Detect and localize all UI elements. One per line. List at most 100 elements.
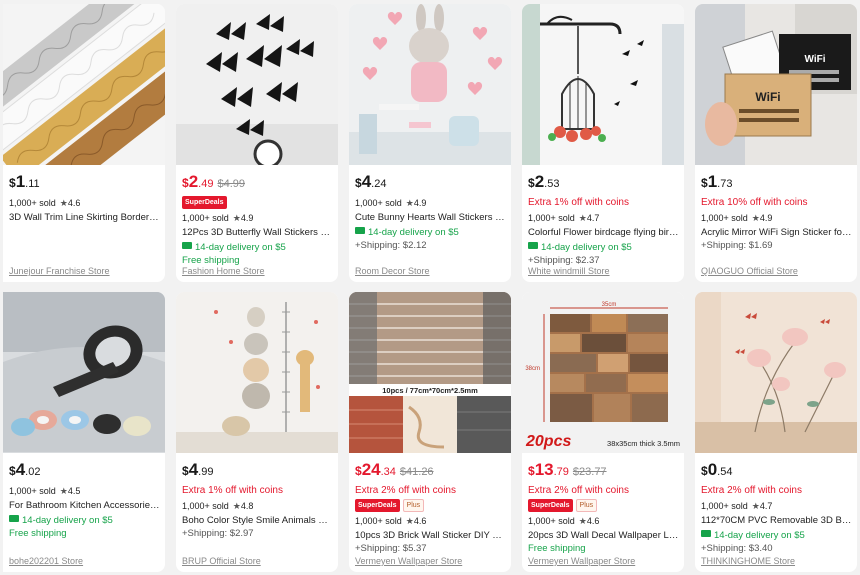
product-title[interactable]: 10pcs 3D Brick Wall Sticker DIY Wal... [355, 529, 507, 542]
price: $4.02 [9, 460, 41, 479]
star-icon: ★ [751, 213, 760, 223]
sold-rating: 1,000+ sold ★4.6 [9, 198, 81, 208]
truck-icon [701, 530, 711, 537]
product-image[interactable]: 35cm 38cm 20pcs 38x35cm thick 3.5mm [522, 292, 684, 453]
shipping-cost: +Shipping: $2.12 [355, 240, 427, 251]
store-link[interactable]: Room Decor Store [355, 266, 430, 276]
product-card[interactable]: $2.53 Extra 1% off with coins 1,000+ sol… [522, 4, 684, 282]
store-link[interactable]: White windmill Store [528, 266, 610, 276]
product-card[interactable]: $2.49 $4.99 SuperDeals 1,000+ sold ★4.9 12… [176, 4, 338, 282]
bunny-stickers-image [349, 4, 511, 165]
store-link[interactable]: Vermeyen Wallpaper Store [528, 556, 635, 566]
delivery-info: 14-day delivery on $5 [182, 241, 334, 254]
price: $1.73 [701, 172, 733, 191]
product-title[interactable]: Cute Bunny Hearts Wall Stickers for... [355, 211, 507, 224]
price: $0.54 [701, 460, 733, 479]
star-icon: ★ [405, 198, 414, 208]
star-icon: ★ [578, 516, 587, 526]
coins-promo: Extra 2% off with coins [355, 485, 456, 496]
product-title[interactable]: 3D Wall Trim Line Skirting Border S... [9, 211, 161, 224]
brick-size-label: 10pcs / 77cm*70cm*2.5mm [382, 386, 478, 395]
coins-promo: Extra 10% off with coins [701, 197, 808, 208]
product-title[interactable]: 112*70CM PVC Removable 3D Butt... [701, 514, 853, 527]
coins-promo: Extra 1% off with coins [528, 197, 629, 208]
sold-rating: 1,000+ sold ★4.7 [701, 501, 773, 511]
product-title[interactable]: Colorful Flower birdcage flying bird... [528, 226, 680, 239]
product-card[interactable]: WiFi WiFi $1.73 Extra 10% off with coins… [695, 4, 857, 282]
wifi-text-right: WiFi [804, 54, 825, 65]
product-card[interactable]: $0.54 Extra 2% off with coins 1,000+ sol… [695, 292, 857, 572]
delivery-info: 14-day delivery on $5 [355, 226, 507, 239]
product-image[interactable] [3, 292, 165, 453]
product-card[interactable]: $4.02 1,000+ sold ★4.5 For Bathroom Kitch… [3, 292, 165, 572]
sealing-tape-image [3, 292, 165, 453]
coins-promo: Extra 2% off with coins [528, 485, 629, 496]
sold-rating: 1,000+ sold ★4.8 [182, 501, 254, 511]
free-shipping: Free shipping [528, 543, 586, 554]
price: $24.34 $41.26 [355, 460, 434, 479]
wifi-text-left: WiFi [755, 90, 780, 104]
store-link[interactable]: THINKINGHOME Store [701, 556, 795, 566]
product-image[interactable] [176, 292, 338, 453]
product-card[interactable]: 10pcs / 77cm*70cm*2.5mm $24.34 $41.26 Ext… [349, 292, 511, 572]
store-link[interactable]: bohe202201 Store [9, 556, 83, 566]
price: $13.79 $23.77 [528, 460, 607, 479]
store-link[interactable]: QIAOGUO Official Store [701, 266, 798, 276]
product-card[interactable]: $4.24 1,000+ sold ★4.9 Cute Bunny Hearts … [349, 4, 511, 282]
free-shipping: Free shipping [9, 528, 67, 539]
product-title[interactable]: 20pcs 3D Wall Decal Wallpaper Livi... [528, 529, 680, 542]
star-icon: ★ [59, 486, 68, 496]
butterfly-stickers-image [176, 4, 338, 165]
flower-sticker-image [695, 292, 857, 453]
shipping-cost: +Shipping: $2.97 [182, 528, 254, 539]
price: $1.11 [9, 172, 40, 191]
product-image[interactable]: 10pcs / 77cm*70cm*2.5mm [349, 292, 511, 453]
original-price: $4.99 [217, 178, 245, 190]
product-image[interactable] [522, 4, 684, 165]
stone-tiles-image: 35cm 38cm 20pcs 38x35cm thick 3.5mm [522, 292, 684, 453]
original-price: $41.26 [399, 466, 434, 478]
product-card[interactable]: $4.99 Extra 1% off with coins 1,000+ sol… [176, 292, 338, 572]
product-card[interactable]: 35cm 38cm 20pcs 38x35cm thick 3.5mm $13.… [522, 292, 684, 572]
tile-height-label: 38cm [525, 366, 540, 372]
sold-rating: 1,000+ sold ★4.6 [355, 516, 427, 526]
wall-trim-image [3, 4, 165, 165]
truck-icon [182, 242, 192, 249]
shipping-cost: +Shipping: $3.40 [701, 543, 773, 554]
sold-rating: 1,000+ sold ★4.6 [528, 516, 600, 526]
product-image[interactable] [349, 4, 511, 165]
product-title[interactable]: For Bathroom Kitchen Accessories ... [9, 499, 161, 512]
sold-rating: 1,000+ sold ★4.5 [9, 486, 81, 496]
star-icon: ★ [232, 501, 241, 511]
plus-badge: Plus [575, 499, 598, 512]
birdcage-sticker-image [522, 4, 684, 165]
product-image[interactable] [176, 4, 338, 165]
animal-height-chart-image [176, 292, 338, 453]
price: $2.53 [528, 172, 560, 191]
tile-width-label: 35cm [602, 302, 617, 308]
shipping-cost: +Shipping: $1.69 [701, 240, 773, 251]
product-title[interactable]: 12Pcs 3D Butterfly Wall Stickers PV... [182, 226, 334, 239]
star-icon: ★ [59, 198, 68, 208]
store-link[interactable]: Junejour Franchise Store [9, 266, 110, 276]
store-link[interactable]: Vermeyen Wallpaper Store [355, 556, 462, 566]
original-price: $23.77 [572, 466, 607, 478]
product-title[interactable]: Boho Color Style Smile Animals Bea... [182, 514, 334, 527]
sold-rating: 1,000+ sold ★4.7 [528, 213, 600, 223]
delivery-info: 14-day delivery on $5 [528, 241, 680, 254]
star-icon: ★ [578, 213, 587, 223]
product-title[interactable]: Acrylic Mirror WiFi Sign Sticker for ... [701, 226, 853, 239]
sold-rating: 1,000+ sold ★4.9 [701, 213, 773, 223]
tile-size-label: 38x35cm thick 3.5mm [607, 439, 680, 448]
truck-icon [355, 227, 365, 234]
product-image[interactable] [695, 292, 857, 453]
sold-rating: 1,000+ sold ★4.9 [355, 198, 427, 208]
coins-promo: Extra 1% off with coins [182, 485, 283, 496]
product-image[interactable]: WiFi WiFi [695, 4, 857, 165]
store-link[interactable]: BRUP Official Store [182, 556, 261, 566]
product-card[interactable]: $1.11 1,000+ sold ★4.6 3D Wall Trim Line … [3, 4, 165, 282]
delivery-info: 14-day delivery on $5 [9, 514, 161, 527]
shipping-cost: +Shipping: $5.37 [355, 543, 427, 554]
store-link[interactable]: Fashion Home Store [182, 266, 265, 276]
product-image[interactable] [3, 4, 165, 165]
